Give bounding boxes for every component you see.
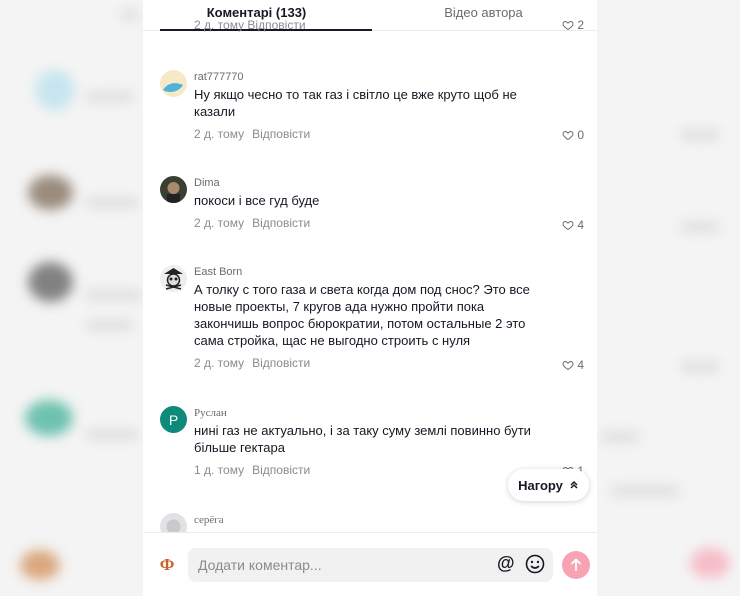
comments-panel: Коментарі (133) Відео автора 2 д. тому В…	[143, 0, 597, 595]
comment-time: 1 д. тому	[194, 463, 245, 477]
comment-text: А толку с того газа и света когда дом по…	[194, 282, 530, 348]
comment-meta: 2 д. тому Відповісти	[194, 127, 534, 141]
reply-button[interactable]: Відповісти	[252, 463, 310, 477]
back-to-top-button[interactable]: Нагору	[508, 469, 589, 501]
like-count: 4	[577, 218, 584, 232]
heart-icon	[562, 220, 574, 231]
comment-time: 2 д. тому	[194, 356, 245, 370]
partial-comment: 2 д. тому Відповісти 2	[160, 18, 584, 32]
like-button[interactable]: 0	[562, 128, 584, 142]
like-button[interactable]: 4	[562, 218, 584, 232]
comment-author[interactable]: East Born	[194, 266, 534, 278]
comment-author[interactable]: rat777770	[194, 71, 534, 83]
avatar[interactable]	[160, 265, 187, 292]
mention-icon[interactable]: @	[497, 553, 515, 574]
reply-button[interactable]: Відповісти	[252, 127, 310, 141]
avatar[interactable]: Р	[160, 406, 187, 433]
avatar[interactable]	[160, 176, 187, 203]
comment-meta: 2 д. тому Відповісти	[194, 18, 306, 32]
heart-icon	[562, 130, 574, 141]
comment-text: Ну якщо чесно то так газ і світло це вже…	[194, 87, 517, 119]
my-avatar: Ф	[156, 554, 178, 576]
comment-time: 2 д. тому	[194, 127, 245, 141]
comment-text: нині газ не актуально, і за таку суму зе…	[194, 423, 531, 455]
like-count: 0	[577, 128, 584, 142]
comment-text: покоси і все гуд буде	[194, 193, 320, 208]
reply-button[interactable]: Відповісти	[252, 356, 310, 370]
avatar[interactable]	[160, 70, 187, 97]
comment-meta: 2 д. тому Відповісти	[194, 356, 534, 370]
comment-author[interactable]: Руслан	[194, 407, 534, 419]
send-button[interactable]	[562, 551, 590, 579]
back-to-top-label: Нагору	[518, 477, 563, 493]
like-button[interactable]: 2	[562, 18, 584, 32]
double-chevron-up-icon	[570, 480, 578, 489]
comment-meta: 2 д. тому Відповісти	[194, 216, 534, 230]
comment-time: 2 д. тому	[194, 216, 245, 230]
emoji-icon[interactable]	[525, 554, 545, 574]
arrow-up-icon	[570, 558, 582, 571]
comment-meta: 1 д. тому Відповісти	[194, 463, 534, 477]
comment-author[interactable]: серёга	[194, 514, 534, 526]
svg-text:Ф: Ф	[160, 555, 175, 574]
reply-button[interactable]: Відповісти	[252, 216, 310, 230]
comment-author[interactable]: Dima	[194, 177, 534, 189]
like-count: 4	[577, 358, 584, 372]
like-count: 2	[577, 18, 584, 32]
heart-icon	[562, 20, 574, 31]
avatar-letter: Р	[168, 411, 179, 428]
comment-composer: Ф @	[143, 532, 597, 596]
heart-icon	[562, 360, 574, 371]
like-button[interactable]: 4	[562, 358, 584, 372]
